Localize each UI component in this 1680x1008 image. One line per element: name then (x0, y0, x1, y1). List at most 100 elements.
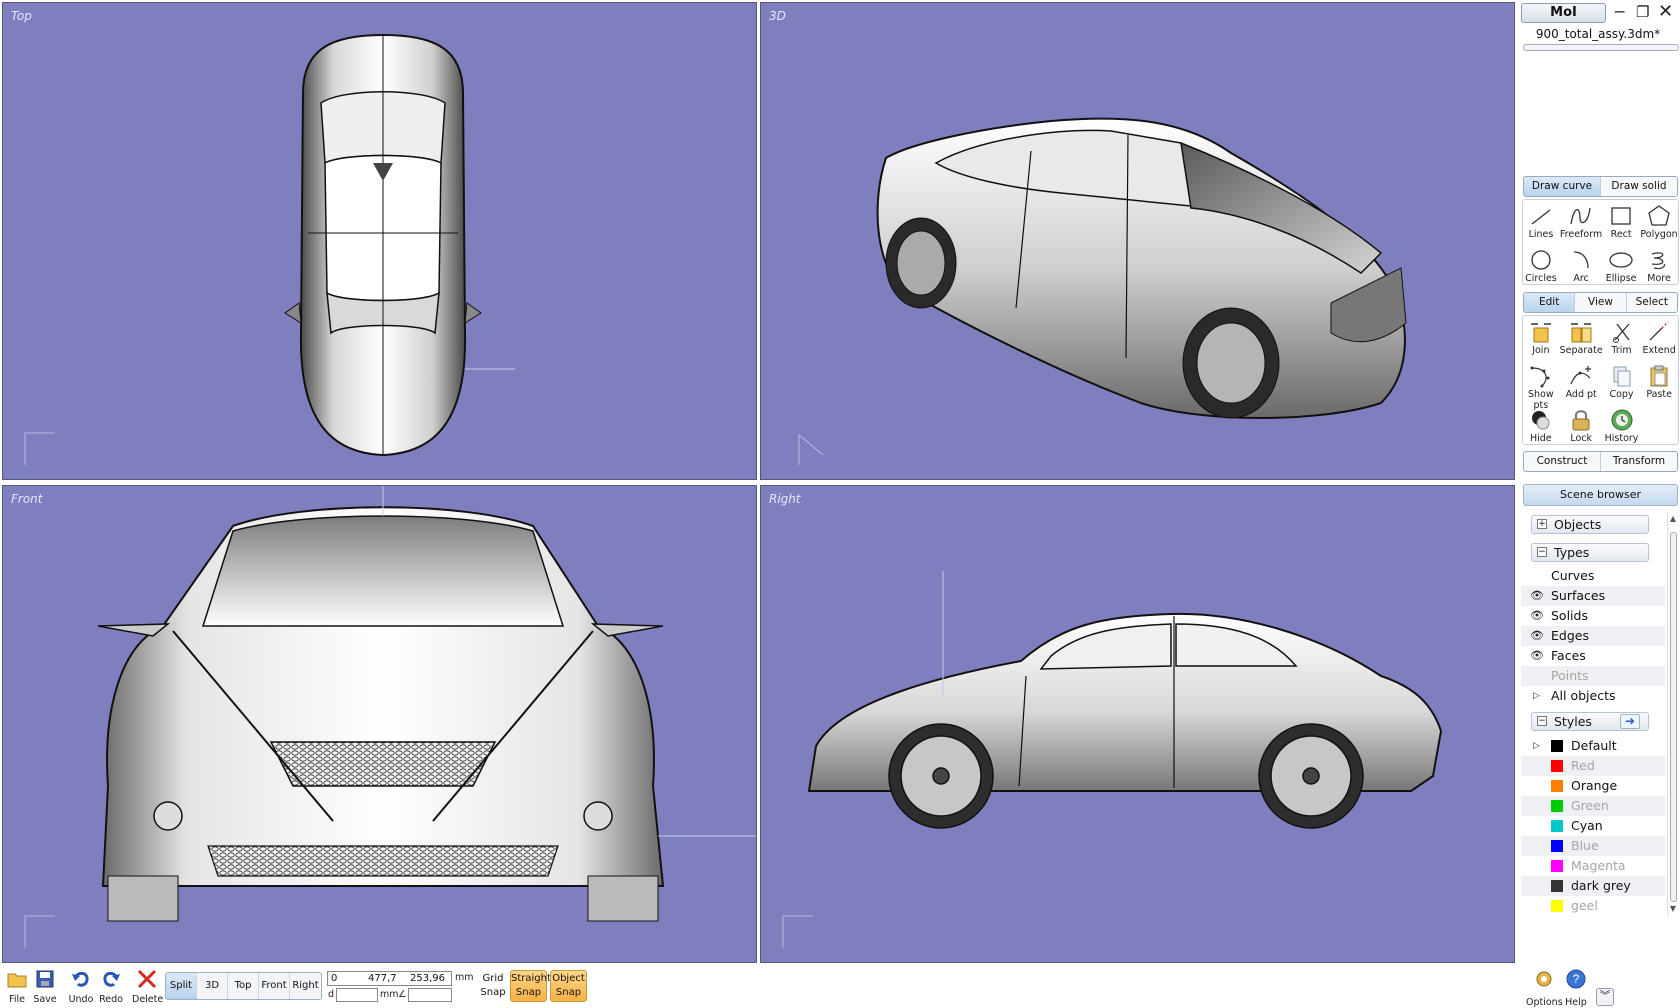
style-row-geel[interactable]: geel (1521, 896, 1665, 915)
style-row-orange[interactable]: Orange (1521, 776, 1665, 796)
delete-button[interactable]: Delete (132, 968, 163, 1005)
type-row-edges[interactable]: 👁 Edges (1521, 626, 1665, 646)
type-row-surfaces[interactable]: 👁 Surfaces (1521, 586, 1665, 606)
chevron-down-icon[interactable]: ︾ (1596, 988, 1614, 1006)
viewport-right[interactable]: Right (760, 485, 1515, 963)
redo-button[interactable]: Redo (96, 968, 126, 1005)
show-points-tool[interactable]: Show pts (1522, 362, 1560, 411)
color-swatch (1550, 739, 1564, 753)
tab-transform[interactable]: Transform (1600, 452, 1677, 471)
tab-construct[interactable]: Construct (1524, 452, 1600, 471)
type-row-solids[interactable]: 👁 Solids (1521, 606, 1665, 626)
scene-browser-header[interactable]: Scene browser (1523, 484, 1678, 506)
straight-snap-toggle[interactable]: Straight Snap (510, 970, 551, 1002)
eye-icon[interactable]: 👁 (1530, 606, 1544, 626)
tab-draw-solid[interactable]: Draw solid (1600, 177, 1677, 196)
expand-icon[interactable]: + (1537, 519, 1547, 529)
tool-label: More (1647, 273, 1671, 284)
join-tool[interactable]: Join (1522, 318, 1560, 360)
view-layout-tabs: Split 3D Top Front Right (165, 972, 322, 1000)
tab-draw-curve[interactable]: Draw curve (1524, 177, 1600, 196)
type-row-points[interactable]: Points (1521, 666, 1665, 686)
style-row-magenta[interactable]: Magenta (1521, 856, 1665, 876)
angle-input[interactable] (408, 988, 452, 1002)
app-menu-button[interactable]: MoI (1521, 3, 1606, 23)
eye-icon[interactable]: 👁 (1530, 586, 1544, 606)
undo-button[interactable]: Undo (66, 968, 96, 1005)
style-row-blue[interactable]: Blue (1521, 836, 1665, 856)
more-tool[interactable]: More (1640, 246, 1678, 288)
collapse-icon[interactable]: − (1537, 716, 1547, 726)
style-label: Orange (1571, 778, 1618, 793)
type-row-faces[interactable]: 👁 Faces (1521, 646, 1665, 666)
add-point-tool[interactable]: Add pt (1560, 362, 1603, 404)
separate-tool[interactable]: Separate (1560, 318, 1603, 360)
rect-icon (1611, 207, 1631, 225)
construct-tabs: Construct Transform (1523, 451, 1678, 472)
lock-tool[interactable]: Lock (1560, 406, 1603, 448)
help-button[interactable]: ? Help (1558, 968, 1594, 1008)
expand-triangle-icon[interactable]: ▷ (1533, 736, 1540, 756)
styles-section[interactable]: − Styles ➜ (1531, 712, 1649, 731)
history-tool[interactable]: History (1603, 406, 1641, 448)
rect-tool[interactable]: Rect (1602, 202, 1640, 244)
circles-tool[interactable]: Circles (1522, 246, 1560, 288)
expand-triangle-icon[interactable]: ▷ (1533, 686, 1540, 706)
style-row-red[interactable]: Red (1521, 756, 1665, 776)
lines-tool[interactable]: Lines (1522, 202, 1560, 244)
tab-right[interactable]: Right (290, 973, 321, 999)
eye-icon[interactable]: 👁 (1530, 646, 1544, 666)
tab-select[interactable]: Select (1625, 293, 1677, 312)
save-button[interactable]: Save (30, 968, 60, 1005)
circles-icon (1531, 250, 1551, 270)
style-row-green[interactable]: Green (1521, 796, 1665, 816)
freeform-tool[interactable]: Freeform (1560, 202, 1602, 244)
collapse-icon[interactable]: − (1537, 547, 1547, 557)
tab-edit[interactable]: Edit (1524, 293, 1575, 312)
object-snap-toggle[interactable]: Object Snap (550, 970, 587, 1002)
restore-icon[interactable]: ❐ (1636, 2, 1649, 22)
tab-split[interactable]: Split (166, 973, 197, 999)
paste-tool[interactable]: Paste (1640, 362, 1678, 404)
tab-front[interactable]: Front (259, 973, 290, 999)
type-row-curves[interactable]: Curves (1521, 566, 1665, 586)
tool-label: Trim (1611, 345, 1632, 356)
polygon-tool[interactable]: Polygon (1640, 202, 1678, 244)
tab-top[interactable]: Top (228, 973, 259, 999)
trim-tool[interactable]: Trim (1603, 318, 1641, 360)
coordinate-input[interactable]: 0 477,7 253,96 (327, 971, 452, 986)
close-icon[interactable]: ✕ (1658, 2, 1673, 22)
scroll-up-icon[interactable]: ▲ (1668, 514, 1678, 523)
hide-tool[interactable]: Hide (1522, 406, 1560, 448)
objects-section[interactable]: + Objects (1531, 515, 1649, 534)
tool-label: Join (1532, 345, 1550, 356)
viewport-3d[interactable]: 3D (760, 2, 1515, 480)
style-row-dark-grey[interactable]: dark grey (1521, 876, 1665, 896)
scene-browser-scrollbar[interactable]: ▲ ▼ (1667, 512, 1678, 915)
style-row-cyan[interactable]: Cyan (1521, 816, 1665, 836)
ellipse-tool[interactable]: Ellipse (1602, 246, 1640, 288)
types-section[interactable]: − Types (1531, 543, 1649, 562)
eye-icon[interactable]: 👁 (1530, 626, 1544, 646)
style-row-default[interactable]: ▷ Default (1521, 736, 1665, 756)
minimize-icon[interactable]: ‒ (1614, 2, 1625, 22)
folder-icon (7, 973, 27, 988)
all-objects-row[interactable]: ▷ All objects (1521, 686, 1665, 706)
distance-input[interactable] (336, 988, 378, 1002)
viewport-top[interactable]: Top (2, 2, 757, 480)
tab-view[interactable]: View (1574, 293, 1625, 312)
tab-3d[interactable]: 3D (197, 973, 228, 999)
options-button[interactable]: Options (1526, 968, 1563, 1008)
scroll-down-icon[interactable]: ▼ (1668, 904, 1678, 913)
svg-text:?: ? (1573, 972, 1580, 986)
copy-tool[interactable]: Copy (1603, 362, 1641, 404)
car-side-view (782, 571, 1443, 948)
extend-tool[interactable]: Extend (1640, 318, 1678, 360)
arc-tool[interactable]: Arc (1560, 246, 1602, 288)
arrow-right-icon[interactable]: ➜ (1620, 714, 1640, 729)
file-button[interactable]: File (2, 968, 32, 1005)
hide-icon (1531, 411, 1550, 430)
viewport-front[interactable]: Front (2, 485, 757, 963)
grid-snap-toggle[interactable]: Grid Snap (478, 972, 508, 1000)
scroll-thumb[interactable] (1670, 532, 1677, 902)
